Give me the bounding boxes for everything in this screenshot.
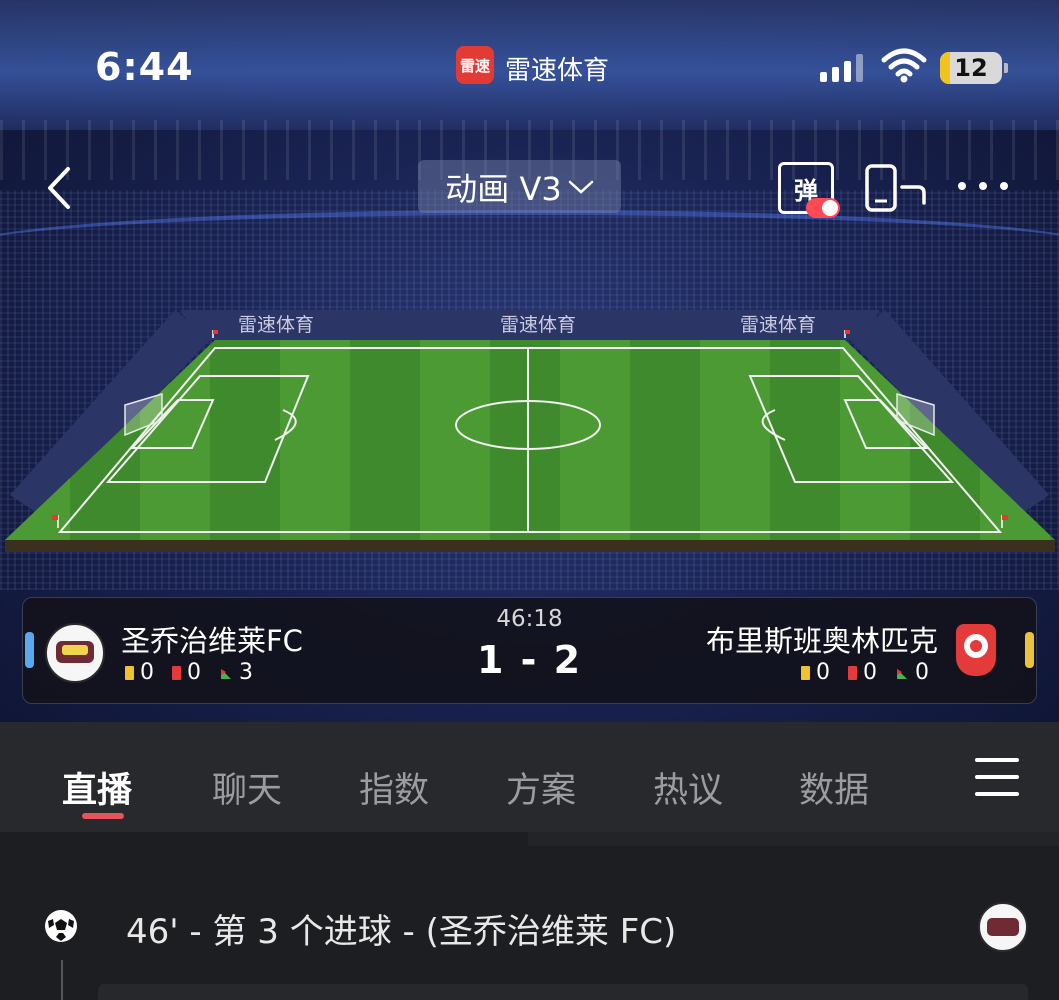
away-team-crest[interactable] bbox=[956, 624, 996, 676]
feed-card bbox=[98, 984, 1028, 1000]
tab-live[interactable]: 直播 bbox=[62, 762, 132, 813]
rotate-screen-icon[interactable] bbox=[864, 163, 928, 213]
tab-plans[interactable]: 方案 bbox=[506, 762, 576, 813]
battery-icon: 12 bbox=[940, 52, 1008, 84]
scoreboard: 圣乔治维莱FC 0 0 3 46:18 1 - 2 布里斯班奥林匹克 0 0 0 bbox=[22, 597, 1037, 704]
cellular-signal-icon bbox=[820, 52, 863, 82]
ad-board-brand: 雷速体育 bbox=[500, 314, 576, 336]
yellow-card-icon bbox=[801, 665, 810, 680]
tab-chat[interactable]: 聊天 bbox=[212, 762, 282, 813]
active-tab-indicator bbox=[82, 813, 124, 819]
wifi-icon bbox=[881, 48, 927, 83]
back-arrow-icon[interactable] bbox=[42, 165, 82, 211]
app-name: 雷速体育 bbox=[505, 56, 610, 86]
away-red-cards: 0 bbox=[863, 660, 877, 685]
soccer-ball-icon bbox=[45, 910, 77, 942]
app-badge-icon: 雷速 bbox=[456, 46, 494, 84]
away-corners: 0 bbox=[915, 660, 929, 685]
timeline-line bbox=[61, 960, 63, 1000]
animation-mode-selector[interactable]: 动画 V3 bbox=[418, 160, 621, 213]
pitch-edge bbox=[5, 540, 1055, 552]
tab-odds[interactable]: 指数 bbox=[359, 762, 429, 813]
menu-icon[interactable] bbox=[975, 758, 1019, 796]
more-options-icon[interactable] bbox=[958, 178, 1008, 194]
live-feed: 46' - 第 3 个进球 - (圣乔治维莱 FC) bbox=[0, 832, 1059, 1000]
danmaku-switch bbox=[806, 198, 840, 218]
away-team-stats: 0 0 0 bbox=[801, 660, 939, 685]
animation-mode-label: 动画 V3 bbox=[445, 169, 562, 208]
ad-board-brand: 雷速体育 bbox=[740, 314, 816, 336]
away-yellow-cards: 0 bbox=[816, 660, 830, 685]
red-card-icon bbox=[848, 665, 857, 680]
tab-bar: 直播 聊天 指数 方案 热议 数据 bbox=[0, 722, 1059, 832]
danmaku-toggle-button[interactable]: 弹 bbox=[778, 162, 840, 220]
corner-flag-icon bbox=[897, 668, 907, 679]
ad-board-brand: 雷速体育 bbox=[238, 314, 314, 336]
feed-event-text: 46' - 第 3 个进球 - (圣乔治维莱 FC) bbox=[126, 912, 677, 952]
chevron-down-icon bbox=[568, 180, 593, 194]
away-team-name[interactable]: 布里斯班奥林匹克 bbox=[706, 618, 938, 660]
status-bar: 6:44 雷速 雷速体育 12 bbox=[0, 0, 1059, 110]
tab-data[interactable]: 数据 bbox=[799, 762, 869, 813]
event-team-crest bbox=[978, 902, 1028, 952]
battery-level: 12 bbox=[954, 54, 988, 82]
feed-divider bbox=[528, 832, 1059, 846]
tab-discussion[interactable]: 热议 bbox=[653, 762, 723, 813]
football-pitch: 雷速体育 雷速体育 雷速体育 bbox=[5, 310, 1055, 552]
status-time: 6:44 bbox=[95, 45, 194, 89]
